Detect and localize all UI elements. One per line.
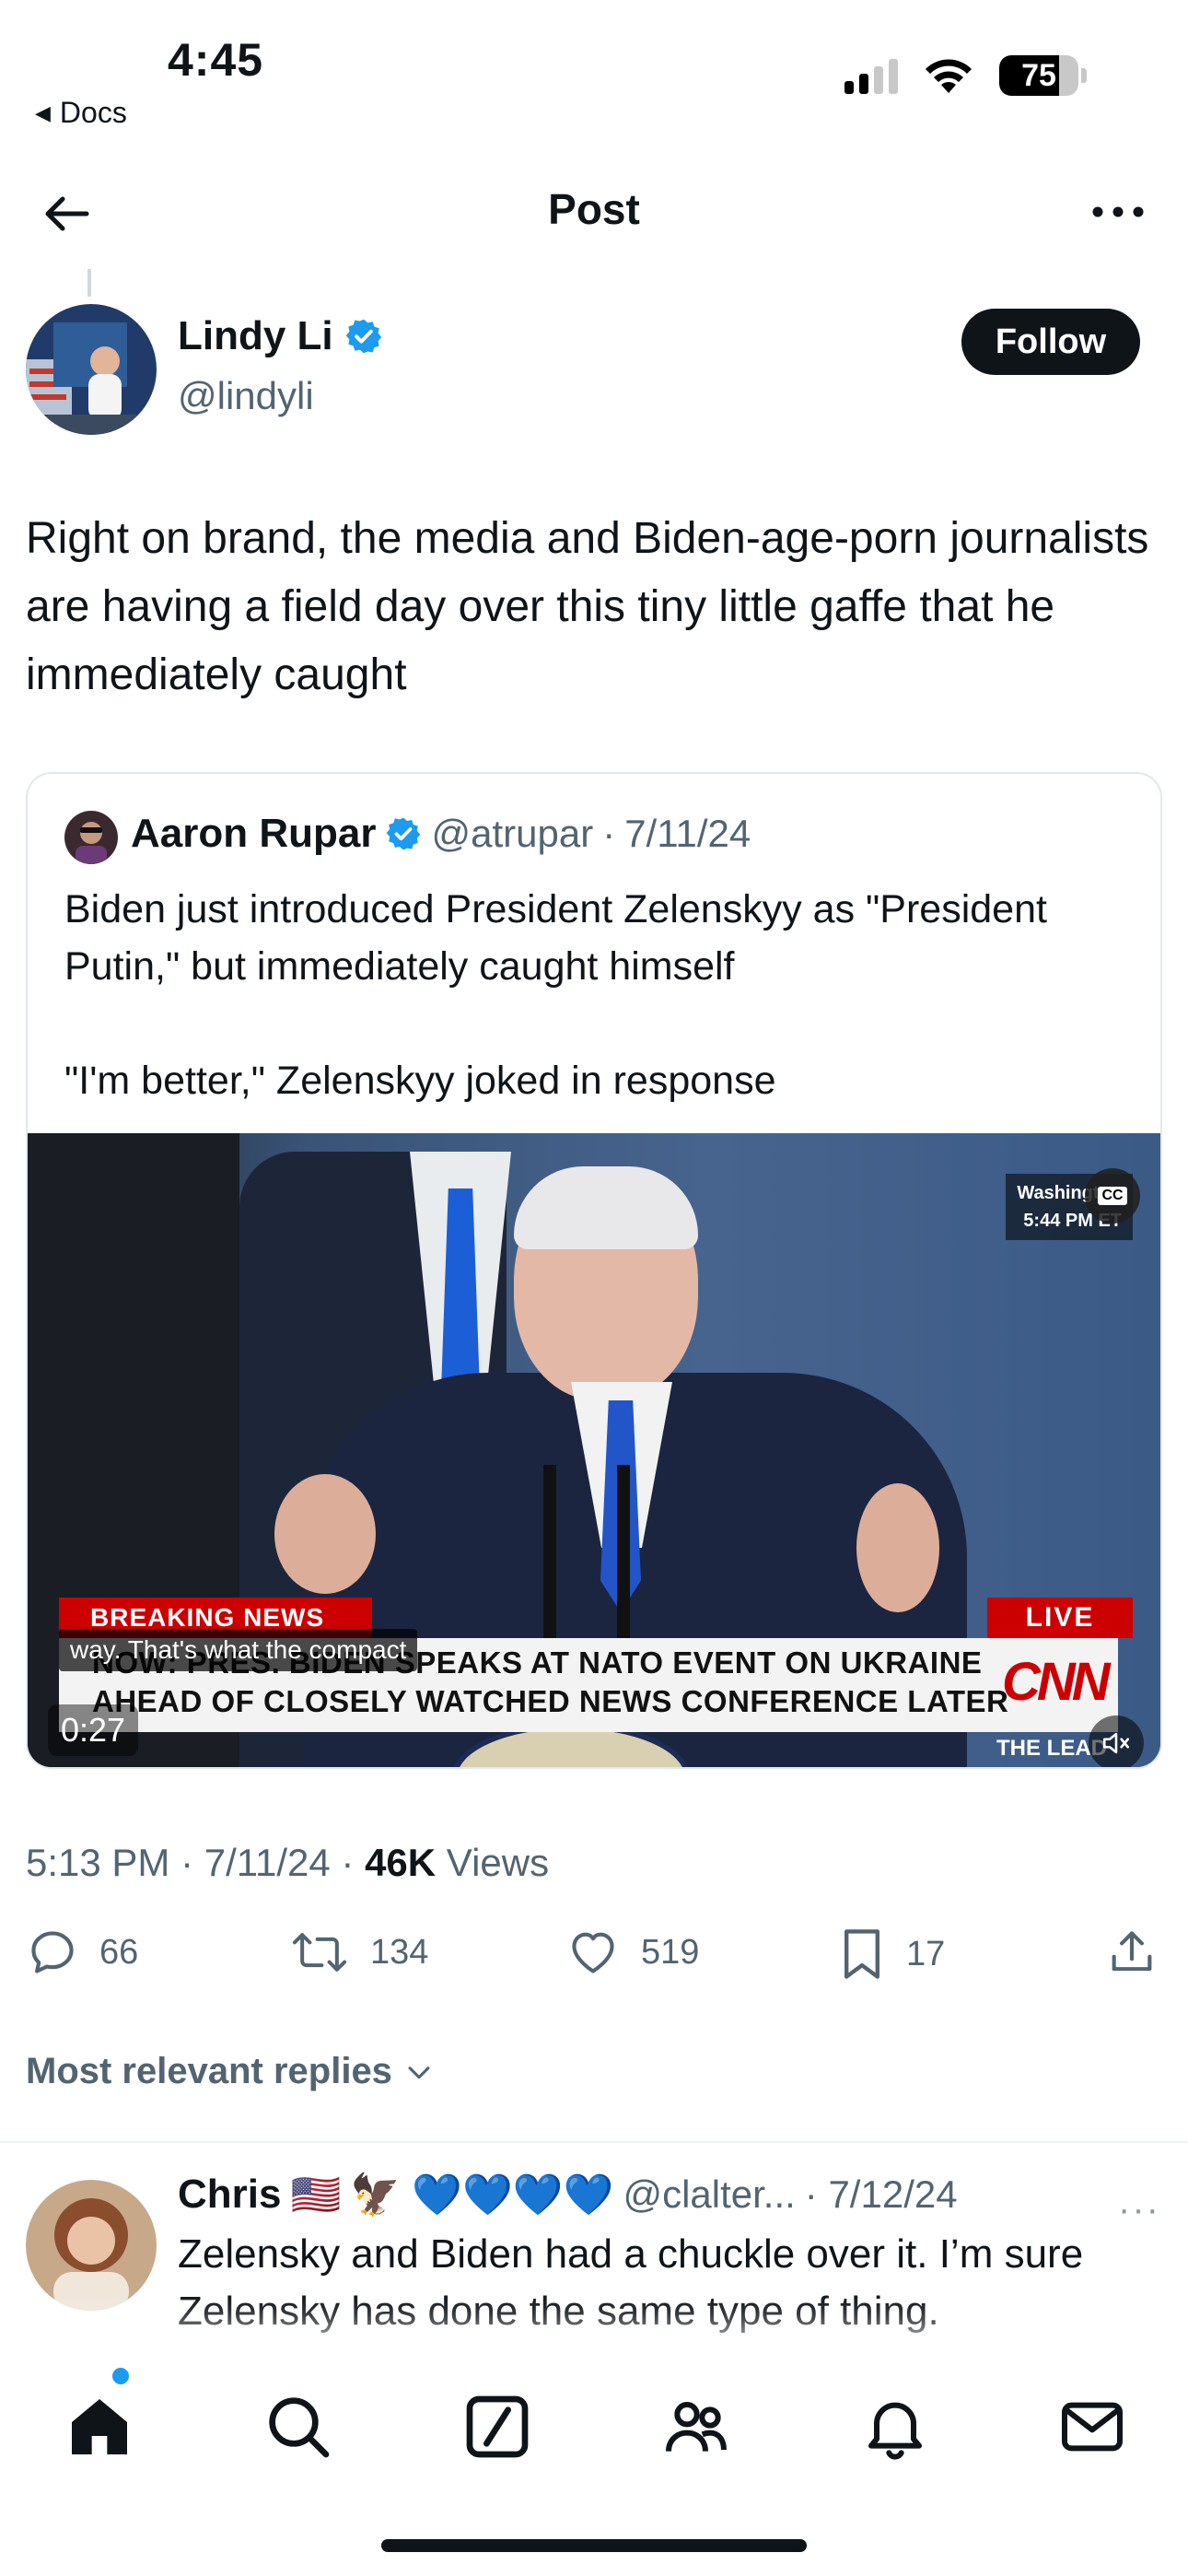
grok-icon[interactable] — [460, 2390, 534, 2464]
follow-button[interactable]: Follow — [961, 309, 1140, 375]
mute-button[interactable] — [1089, 1715, 1144, 1767]
page-title: Post — [548, 185, 640, 233]
reply-icon — [31, 1931, 74, 1973]
video-caption: way. That's what the compact — [59, 1629, 418, 1671]
bookmark-icon — [844, 1929, 879, 1979]
thread-connector-line — [87, 269, 91, 297]
reply-date: · 7/12/24 — [804, 2172, 958, 2216]
quoted-author-avatar[interactable] — [64, 811, 118, 864]
views-label: Views — [436, 1841, 550, 1884]
live-badge: LIVE — [987, 1598, 1133, 1638]
bookmark-button[interactable]: 17 — [838, 1926, 945, 1983]
post-timestamp: 5:13 PM · 7/11/24 · — [26, 1841, 366, 1884]
quoted-author-name[interactable]: Aaron Rupar — [131, 811, 376, 857]
author-name[interactable]: Lindy Li — [178, 313, 383, 359]
author-avatar[interactable] — [26, 304, 157, 435]
reply-author-handle[interactable]: @clalter... — [623, 2172, 795, 2217]
quoted-post-card[interactable]: Aaron Rupar @atrupar · 7/11/24 Biden jus… — [26, 772, 1162, 1769]
reply-more-button[interactable]: ··· — [1118, 2189, 1160, 2231]
quoted-post-date: 7/11/24 — [624, 812, 751, 855]
repost-count: 134 — [370, 1932, 429, 1972]
home-indicator[interactable] — [381, 2539, 807, 2552]
reply-text: Zelensky and Biden had a chuckle over it… — [178, 2231, 1084, 2334]
reply-header: Chris 🇺🇸 🦅 💙💙💙💙 @clalter... · 7/12/24 — [178, 2171, 958, 2219]
flag-emoji: 🇺🇸 — [290, 2172, 342, 2218]
heart-icon — [572, 1932, 614, 1973]
repost-button[interactable]: 134 — [289, 1926, 428, 1979]
cellular-signal-icon — [844, 57, 898, 94]
repost-icon — [292, 1933, 347, 1972]
messages-icon[interactable] — [1055, 2390, 1129, 2464]
post-header: Post — [0, 166, 1188, 267]
name-emojis: 🦅 💙💙💙💙 — [350, 2172, 614, 2218]
author-handle[interactable]: @lindyli — [178, 374, 314, 418]
reply-author-name[interactable]: Chris — [178, 2172, 281, 2218]
status-time: 4:45 — [168, 34, 264, 86]
battery-icon: 75 — [999, 55, 1087, 96]
home-icon[interactable] — [63, 2390, 136, 2464]
quoted-post-header: Aaron Rupar @atrupar · 7/11/24 — [131, 811, 751, 857]
post-actions: 66 134 519 17 — [0, 1926, 1188, 1999]
reply-button[interactable]: 66 — [26, 1926, 138, 1979]
bookmark-count: 17 — [906, 1934, 946, 1973]
more-horizontal-icon[interactable] — [1089, 193, 1147, 230]
post-meta: 5:13 PM · 7/11/24 · 46K Views — [26, 1841, 549, 1885]
reply-count: 66 — [99, 1932, 139, 1972]
status-indicators: 75 — [844, 55, 1087, 96]
quoted-post-text: Biden just introduced President Zelensky… — [64, 887, 1047, 1103]
speaker-muted-icon — [1102, 1732, 1130, 1754]
video-microphone-left — [543, 1465, 556, 1649]
video-duration: 0:27 — [48, 1704, 139, 1756]
video-speaker-hand-left — [274, 1474, 376, 1594]
like-button[interactable]: 519 — [565, 1926, 699, 1979]
like-count: 519 — [641, 1932, 700, 1972]
reply-author-avatar[interactable] — [26, 2180, 157, 2311]
quoted-author-handle[interactable]: @atrupar — [431, 812, 593, 856]
battery-level: 75 — [1021, 57, 1056, 93]
cc-icon: CC — [1098, 1187, 1127, 1205]
video-player[interactable]: Washington 5:44 PM ET CC BREAKING NEWS N… — [28, 1133, 1160, 1767]
ticker-line-2: AHEAD OF CLOSELY WATCHED NEWS CONFERENCE… — [92, 1684, 1009, 1718]
search-icon[interactable] — [262, 2390, 335, 2464]
notifications-icon[interactable] — [858, 2390, 932, 2464]
closed-captions-button[interactable]: CC — [1085, 1168, 1140, 1224]
video-microphone-right — [617, 1465, 630, 1649]
home-unread-dot — [112, 2368, 129, 2384]
share-icon — [1112, 1931, 1152, 1972]
back-to-app-link[interactable]: ◀ Docs — [35, 96, 127, 130]
verified-badge-icon — [387, 817, 421, 850]
back-app-label: Docs — [59, 96, 127, 129]
share-button[interactable] — [1105, 1926, 1159, 1979]
author-name-text: Lindy Li — [178, 313, 333, 358]
back-triangle-icon: ◀ — [35, 100, 51, 124]
verified-badge-icon — [345, 319, 381, 354]
post-text: Right on brand, the media and Biden-age-… — [26, 514, 1149, 699]
replies-sort-label: Most relevant replies — [26, 2051, 392, 2091]
views-count[interactable]: 46K — [365, 1841, 436, 1884]
replies-sort-dropdown[interactable]: Most relevant replies — [26, 2051, 435, 2092]
divider — [0, 2141, 1188, 2143]
separator-dot: · — [602, 812, 616, 855]
network-logo: CNN — [1002, 1652, 1111, 1712]
wifi-icon — [926, 59, 972, 93]
communities-icon[interactable] — [659, 2390, 733, 2464]
video-speaker-hand-right — [856, 1483, 939, 1612]
chevron-down-icon — [408, 2066, 430, 2078]
